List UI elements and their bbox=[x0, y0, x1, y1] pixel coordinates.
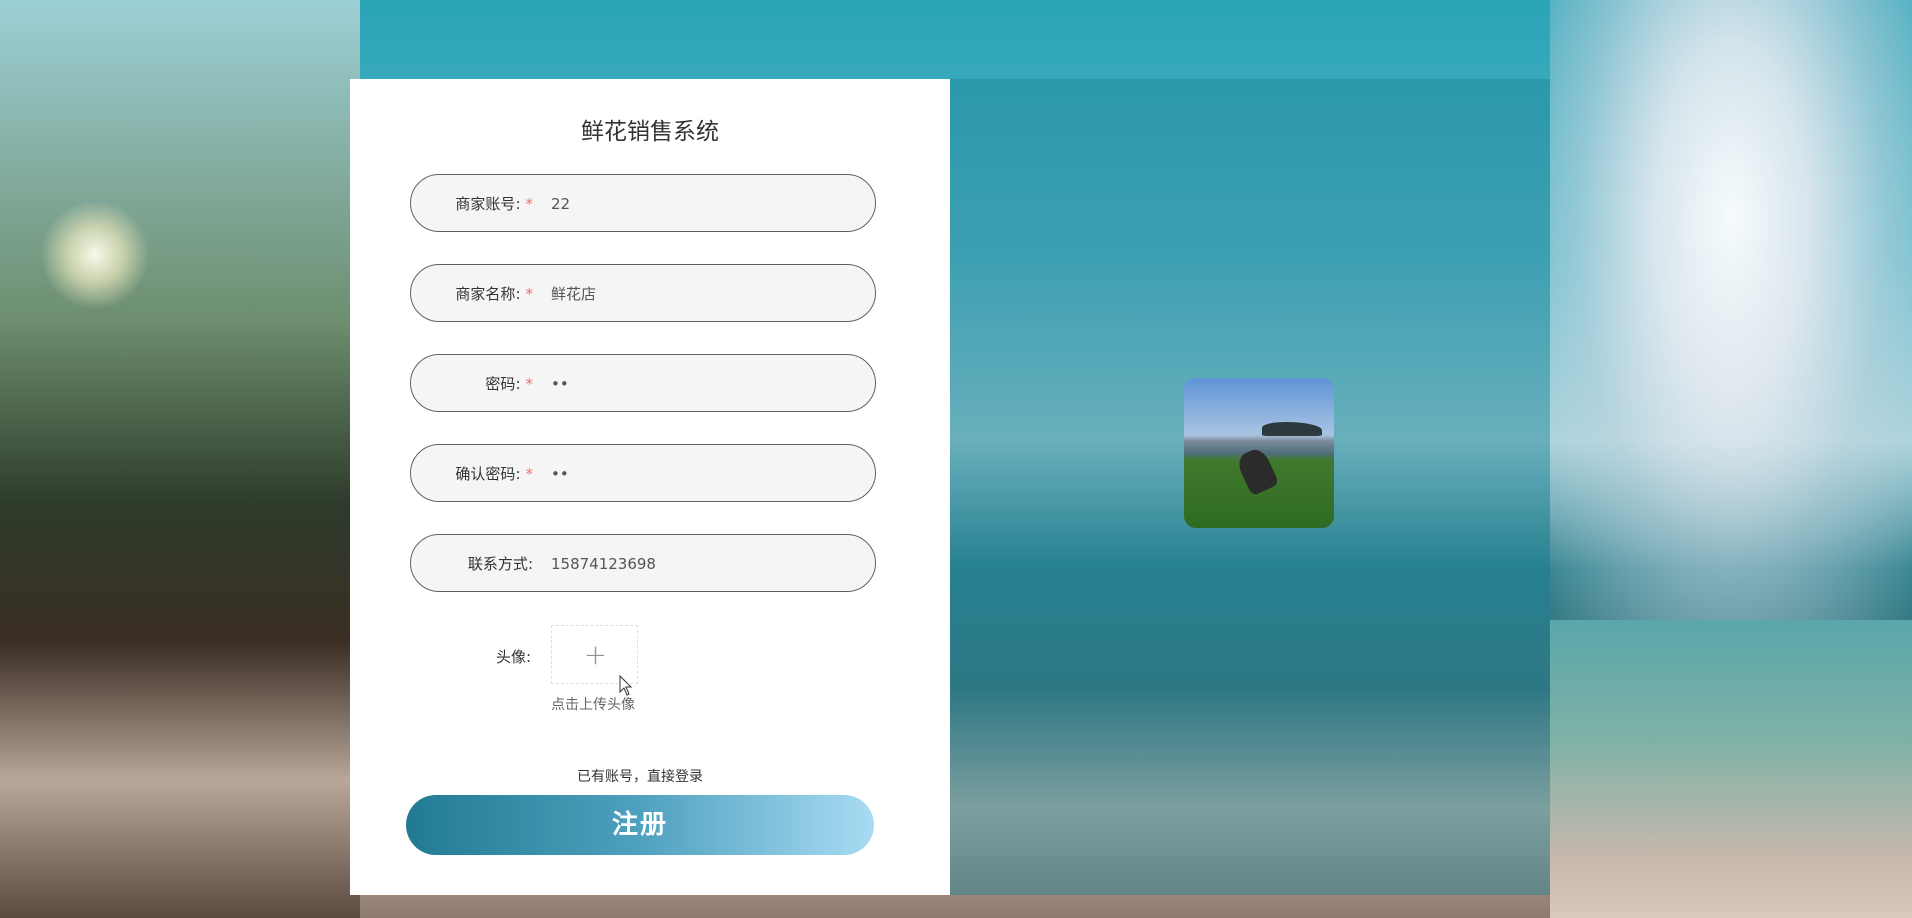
preview-person bbox=[1234, 445, 1280, 497]
page-title: 鲜花销售系统 bbox=[581, 119, 719, 145]
background-clouds bbox=[1550, 0, 1912, 620]
background-sea bbox=[1550, 620, 1912, 918]
contact-input[interactable]: 15874123698 bbox=[551, 535, 656, 593]
preview-island bbox=[1262, 422, 1322, 436]
password-label-text: 密码 bbox=[485, 375, 516, 393]
contact-field[interactable]: 联系方式: 15874123698 bbox=[410, 534, 876, 592]
required-mark: * bbox=[525, 195, 534, 213]
required-mark: * bbox=[525, 375, 534, 393]
contact-label-text: 联系方式 bbox=[467, 555, 528, 573]
avatar-label: 头像: bbox=[496, 648, 532, 666]
avatar-preview-image bbox=[1184, 378, 1334, 528]
label-colon: : bbox=[515, 285, 521, 303]
label-colon: : bbox=[515, 195, 521, 213]
confirm-password-label-text: 确认密码 bbox=[455, 465, 516, 483]
password-label: 密码: * bbox=[485, 355, 533, 413]
merchant-account-field[interactable]: 商家账号: * 22 bbox=[410, 174, 876, 232]
label-colon: : bbox=[527, 555, 533, 573]
merchant-account-label-text: 商家账号 bbox=[455, 195, 516, 213]
merchant-name-label-text: 商家名称 bbox=[455, 285, 516, 303]
confirm-password-input[interactable]: •• bbox=[551, 445, 569, 503]
register-button[interactable]: 注册 bbox=[406, 795, 874, 855]
label-colon: : bbox=[515, 465, 521, 483]
merchant-account-label: 商家账号: * bbox=[455, 175, 533, 233]
merchant-name-label: 商家名称: * bbox=[455, 265, 533, 323]
avatar-upload-hint: 点击上传头像 bbox=[551, 697, 635, 713]
password-input[interactable]: •• bbox=[551, 355, 569, 413]
required-mark: * bbox=[525, 285, 534, 303]
background-sun bbox=[40, 200, 150, 310]
password-field[interactable]: 密码: * •• bbox=[410, 354, 876, 412]
merchant-name-field[interactable]: 商家名称: * 鲜花店 bbox=[410, 264, 876, 322]
merchant-name-input[interactable]: 鲜花店 bbox=[551, 265, 596, 323]
mouse-pointer-icon bbox=[619, 674, 633, 696]
contact-label: 联系方式: bbox=[468, 535, 533, 593]
merchant-account-input[interactable]: 22 bbox=[551, 175, 570, 233]
label-colon: : bbox=[515, 375, 521, 393]
background-palms bbox=[0, 0, 360, 918]
confirm-password-field[interactable]: 确认密码: * •• bbox=[410, 444, 876, 502]
required-mark: * bbox=[525, 465, 534, 483]
confirm-password-label: 确认密码: * bbox=[455, 445, 533, 503]
login-link[interactable]: 已有账号，直接登录 bbox=[350, 766, 930, 786]
